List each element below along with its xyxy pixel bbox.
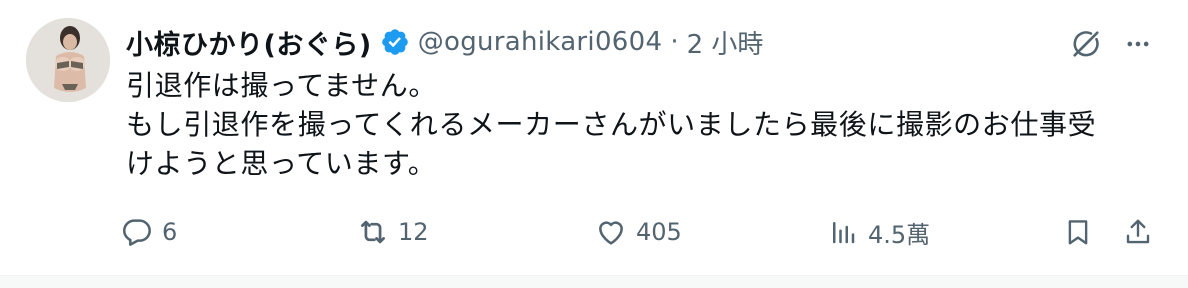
feed-gap [0,276,1188,288]
tweet-header: 小椋ひかり(おぐら) @ogurahikari0604 · 2 小時 [126,22,763,62]
retweet-button[interactable]: 12 [356,210,429,254]
avatar-photo [26,18,110,102]
timestamp[interactable]: 2 小時 [687,24,764,61]
like-count: 405 [636,218,682,246]
separator-dot: · [670,27,679,57]
reply-button[interactable]: 6 [120,210,177,254]
reply-count: 6 [162,218,178,246]
display-name[interactable]: 小椋ひかり(おぐら) [126,23,372,62]
handle[interactable]: @ogurahikari0604 [418,27,663,57]
grok-icon[interactable] [1064,24,1108,64]
like-icon [594,215,628,249]
avatar[interactable] [26,18,110,102]
tweet-text-line: 引退作は撮ってません。 [126,69,437,102]
tweet-text-line: けようと思っています。 [126,147,437,180]
retweet-icon [356,215,390,249]
tweet-card[interactable]: 小椋ひかり(おぐら) @ogurahikari0604 · 2 小時 引退作は撮… [0,0,1188,276]
reply-icon [120,215,154,249]
tweet-text: 引退作は撮ってません。 もし引退作を撮ってくれるメーカーさんがいましたら最後に撮… [126,66,1156,183]
share-icon [1121,215,1155,249]
views-icon [826,215,860,249]
like-button[interactable]: 405 [594,210,682,254]
bookmark-icon [1061,215,1095,249]
tweet-text-line: もし引退作を撮ってくれるメーカーさんがいましたら最後に撮影のお仕事受 [126,108,1097,141]
verified-badge-icon [380,27,410,57]
views-button[interactable]: 4.5萬 [826,210,930,254]
views-count: 4.5萬 [868,220,931,249]
action-bar: 6 12 405 4.5萬 [120,210,1165,254]
bookmark-button[interactable] [1061,210,1095,254]
share-button[interactable] [1121,210,1155,254]
retweet-count: 12 [398,218,429,246]
more-icon[interactable] [1118,24,1158,64]
